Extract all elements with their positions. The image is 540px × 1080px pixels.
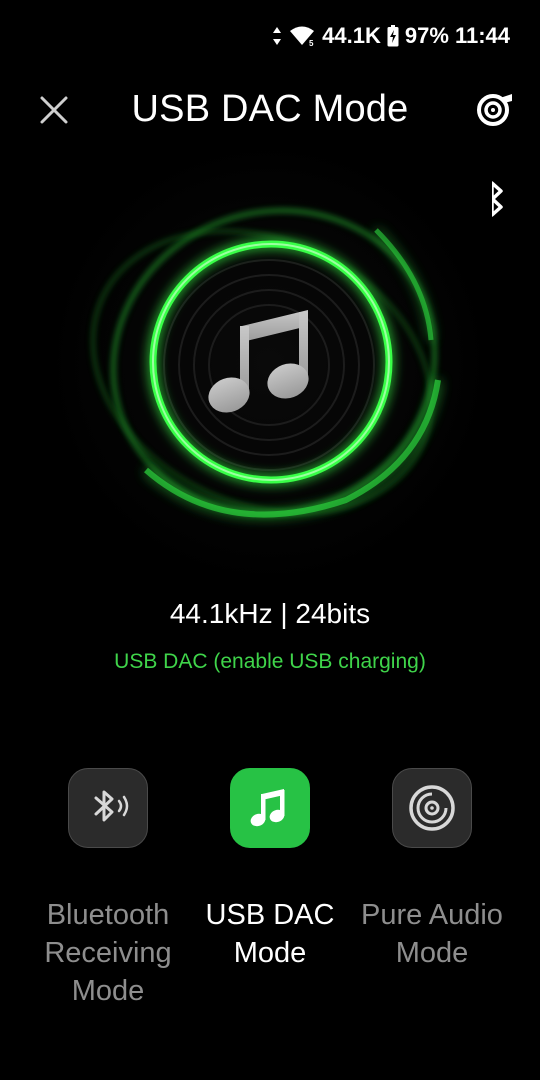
mode-label-line: Receiving xyxy=(44,937,172,969)
status-bar: 5 44.1K 97% 11:44 xyxy=(272,0,510,72)
mode-icon-button[interactable] xyxy=(392,768,472,848)
mode-label: Bluetooth Receiving Mode xyxy=(26,896,190,1010)
clock: 11:44 xyxy=(454,23,510,48)
mode-pure-audio[interactable]: Pure Audio Mode xyxy=(350,768,514,972)
mode-bluetooth-receiving[interactable]: Bluetooth Receiving Mode xyxy=(26,768,190,1010)
equalizer-icon[interactable] xyxy=(474,88,516,130)
music-visualizer xyxy=(46,140,492,586)
bluetooth-receive-icon xyxy=(94,790,129,822)
wifi-icon: 5 xyxy=(290,26,315,47)
mode-usb-dac[interactable]: USB DAC Mode xyxy=(188,768,352,972)
battery-charging-icon xyxy=(387,25,399,47)
mode-label: USB DAC Mode xyxy=(188,896,352,972)
svg-text:5: 5 xyxy=(309,39,314,47)
page-title: USB DAC Mode xyxy=(131,88,409,130)
mode-icon-button[interactable] xyxy=(230,768,310,848)
network-speed: 44.1K xyxy=(322,23,381,48)
mode-label-line: USB DAC xyxy=(205,899,335,931)
mode-label-line: Pure Audio xyxy=(361,899,503,931)
battery-level: 97% xyxy=(404,23,449,48)
mode-label-line: Mode xyxy=(233,937,307,969)
usb-status: USB DAC (enable USB charging) xyxy=(114,650,426,673)
mode-label-line: Mode xyxy=(71,975,145,1007)
mode-label-line: Bluetooth xyxy=(46,899,170,931)
audio-format: 44.1kHz | 24bits xyxy=(169,598,371,629)
mode-icon-button[interactable] xyxy=(68,768,148,848)
data-arrows-icon xyxy=(273,27,282,45)
mode-label: Pure Audio Mode xyxy=(350,896,514,972)
usb-dac-screen: 5 44.1K 97% 11:44 USB DAC Mode 44.1kHz |… xyxy=(0,0,540,1080)
disc-icon xyxy=(409,785,455,831)
music-note-icon xyxy=(250,789,285,827)
mode-label-line: Mode xyxy=(395,937,469,969)
